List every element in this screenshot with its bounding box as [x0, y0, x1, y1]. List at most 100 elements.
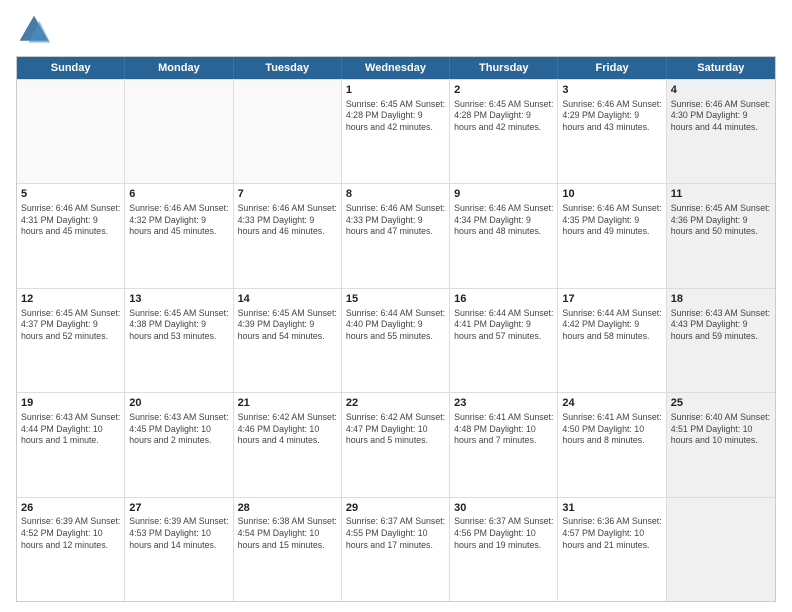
- day-number: 17: [562, 292, 661, 307]
- cell-info: Sunrise: 6:39 AM Sunset: 4:52 PM Dayligh…: [21, 516, 120, 551]
- day-number: 6: [129, 187, 228, 202]
- day-number: 12: [21, 292, 120, 307]
- cal-cell: 4Sunrise: 6:46 AM Sunset: 4:30 PM Daylig…: [667, 80, 775, 183]
- weekday-header-friday: Friday: [558, 57, 666, 79]
- day-number: 8: [346, 187, 445, 202]
- calendar-body: 1Sunrise: 6:45 AM Sunset: 4:28 PM Daylig…: [17, 79, 775, 601]
- calendar-row-2: 5Sunrise: 6:46 AM Sunset: 4:31 PM Daylig…: [17, 183, 775, 287]
- cal-cell: 2Sunrise: 6:45 AM Sunset: 4:28 PM Daylig…: [450, 80, 558, 183]
- day-number: 7: [238, 187, 337, 202]
- day-number: 5: [21, 187, 120, 202]
- day-number: 23: [454, 396, 553, 411]
- day-number: 22: [346, 396, 445, 411]
- cell-info: Sunrise: 6:41 AM Sunset: 4:48 PM Dayligh…: [454, 412, 553, 447]
- calendar-row-5: 26Sunrise: 6:39 AM Sunset: 4:52 PM Dayli…: [17, 497, 775, 601]
- cal-cell: 18Sunrise: 6:43 AM Sunset: 4:43 PM Dayli…: [667, 289, 775, 392]
- cell-info: Sunrise: 6:46 AM Sunset: 4:30 PM Dayligh…: [671, 99, 771, 134]
- day-number: 14: [238, 292, 337, 307]
- cell-info: Sunrise: 6:42 AM Sunset: 4:47 PM Dayligh…: [346, 412, 445, 447]
- day-number: 30: [454, 501, 553, 516]
- day-number: 9: [454, 187, 553, 202]
- cal-cell: 5Sunrise: 6:46 AM Sunset: 4:31 PM Daylig…: [17, 184, 125, 287]
- cal-cell: 21Sunrise: 6:42 AM Sunset: 4:46 PM Dayli…: [234, 393, 342, 496]
- day-number: 18: [671, 292, 771, 307]
- cell-info: Sunrise: 6:39 AM Sunset: 4:53 PM Dayligh…: [129, 516, 228, 551]
- day-number: 24: [562, 396, 661, 411]
- cell-info: Sunrise: 6:46 AM Sunset: 4:32 PM Dayligh…: [129, 203, 228, 238]
- header: [16, 12, 776, 48]
- day-number: 31: [562, 501, 661, 516]
- cell-info: Sunrise: 6:46 AM Sunset: 4:34 PM Dayligh…: [454, 203, 553, 238]
- cal-cell: 3Sunrise: 6:46 AM Sunset: 4:29 PM Daylig…: [558, 80, 666, 183]
- cell-info: Sunrise: 6:44 AM Sunset: 4:40 PM Dayligh…: [346, 308, 445, 343]
- day-number: 2: [454, 83, 553, 98]
- cal-cell: 26Sunrise: 6:39 AM Sunset: 4:52 PM Dayli…: [17, 498, 125, 601]
- cell-info: Sunrise: 6:46 AM Sunset: 4:29 PM Dayligh…: [562, 99, 661, 134]
- day-number: 16: [454, 292, 553, 307]
- weekday-header-saturday: Saturday: [667, 57, 775, 79]
- cal-cell: 17Sunrise: 6:44 AM Sunset: 4:42 PM Dayli…: [558, 289, 666, 392]
- cell-info: Sunrise: 6:46 AM Sunset: 4:33 PM Dayligh…: [346, 203, 445, 238]
- day-number: 19: [21, 396, 120, 411]
- cal-cell: 28Sunrise: 6:38 AM Sunset: 4:54 PM Dayli…: [234, 498, 342, 601]
- cal-cell: 24Sunrise: 6:41 AM Sunset: 4:50 PM Dayli…: [558, 393, 666, 496]
- cell-info: Sunrise: 6:41 AM Sunset: 4:50 PM Dayligh…: [562, 412, 661, 447]
- day-number: 13: [129, 292, 228, 307]
- cell-info: Sunrise: 6:37 AM Sunset: 4:55 PM Dayligh…: [346, 516, 445, 551]
- cell-info: Sunrise: 6:44 AM Sunset: 4:41 PM Dayligh…: [454, 308, 553, 343]
- cal-cell: 9Sunrise: 6:46 AM Sunset: 4:34 PM Daylig…: [450, 184, 558, 287]
- cal-cell: 22Sunrise: 6:42 AM Sunset: 4:47 PM Dayli…: [342, 393, 450, 496]
- cell-info: Sunrise: 6:46 AM Sunset: 4:33 PM Dayligh…: [238, 203, 337, 238]
- cell-info: Sunrise: 6:43 AM Sunset: 4:45 PM Dayligh…: [129, 412, 228, 447]
- cal-cell: [234, 80, 342, 183]
- cal-cell: 10Sunrise: 6:46 AM Sunset: 4:35 PM Dayli…: [558, 184, 666, 287]
- cal-cell: 8Sunrise: 6:46 AM Sunset: 4:33 PM Daylig…: [342, 184, 450, 287]
- cal-cell: 20Sunrise: 6:43 AM Sunset: 4:45 PM Dayli…: [125, 393, 233, 496]
- cal-cell: 6Sunrise: 6:46 AM Sunset: 4:32 PM Daylig…: [125, 184, 233, 287]
- cell-info: Sunrise: 6:46 AM Sunset: 4:35 PM Dayligh…: [562, 203, 661, 238]
- cal-cell: 13Sunrise: 6:45 AM Sunset: 4:38 PM Dayli…: [125, 289, 233, 392]
- cell-info: Sunrise: 6:42 AM Sunset: 4:46 PM Dayligh…: [238, 412, 337, 447]
- day-number: 28: [238, 501, 337, 516]
- day-number: 20: [129, 396, 228, 411]
- cell-info: Sunrise: 6:36 AM Sunset: 4:57 PM Dayligh…: [562, 516, 661, 551]
- cell-info: Sunrise: 6:45 AM Sunset: 4:36 PM Dayligh…: [671, 203, 771, 238]
- weekday-header-wednesday: Wednesday: [342, 57, 450, 79]
- cal-cell: [125, 80, 233, 183]
- day-number: 3: [562, 83, 661, 98]
- calendar-row-1: 1Sunrise: 6:45 AM Sunset: 4:28 PM Daylig…: [17, 79, 775, 183]
- cal-cell: 1Sunrise: 6:45 AM Sunset: 4:28 PM Daylig…: [342, 80, 450, 183]
- cal-cell: 23Sunrise: 6:41 AM Sunset: 4:48 PM Dayli…: [450, 393, 558, 496]
- day-number: 1: [346, 83, 445, 98]
- cell-info: Sunrise: 6:38 AM Sunset: 4:54 PM Dayligh…: [238, 516, 337, 551]
- cell-info: Sunrise: 6:40 AM Sunset: 4:51 PM Dayligh…: [671, 412, 771, 447]
- day-number: 4: [671, 83, 771, 98]
- cal-cell: 29Sunrise: 6:37 AM Sunset: 4:55 PM Dayli…: [342, 498, 450, 601]
- cal-cell: 12Sunrise: 6:45 AM Sunset: 4:37 PM Dayli…: [17, 289, 125, 392]
- logo-icon: [16, 12, 52, 48]
- cal-cell: 27Sunrise: 6:39 AM Sunset: 4:53 PM Dayli…: [125, 498, 233, 601]
- weekday-header-thursday: Thursday: [450, 57, 558, 79]
- day-number: 27: [129, 501, 228, 516]
- cal-cell: [667, 498, 775, 601]
- day-number: 21: [238, 396, 337, 411]
- cell-info: Sunrise: 6:43 AM Sunset: 4:43 PM Dayligh…: [671, 308, 771, 343]
- cal-cell: 31Sunrise: 6:36 AM Sunset: 4:57 PM Dayli…: [558, 498, 666, 601]
- weekday-header-sunday: Sunday: [17, 57, 125, 79]
- cell-info: Sunrise: 6:45 AM Sunset: 4:28 PM Dayligh…: [454, 99, 553, 134]
- cell-info: Sunrise: 6:45 AM Sunset: 4:37 PM Dayligh…: [21, 308, 120, 343]
- day-number: 29: [346, 501, 445, 516]
- cal-cell: 15Sunrise: 6:44 AM Sunset: 4:40 PM Dayli…: [342, 289, 450, 392]
- cal-cell: 7Sunrise: 6:46 AM Sunset: 4:33 PM Daylig…: [234, 184, 342, 287]
- cal-cell: 14Sunrise: 6:45 AM Sunset: 4:39 PM Dayli…: [234, 289, 342, 392]
- cell-info: Sunrise: 6:37 AM Sunset: 4:56 PM Dayligh…: [454, 516, 553, 551]
- calendar: SundayMondayTuesdayWednesdayThursdayFrid…: [16, 56, 776, 602]
- cell-info: Sunrise: 6:45 AM Sunset: 4:38 PM Dayligh…: [129, 308, 228, 343]
- calendar-row-4: 19Sunrise: 6:43 AM Sunset: 4:44 PM Dayli…: [17, 392, 775, 496]
- day-number: 10: [562, 187, 661, 202]
- cell-info: Sunrise: 6:45 AM Sunset: 4:28 PM Dayligh…: [346, 99, 445, 134]
- weekday-header-tuesday: Tuesday: [234, 57, 342, 79]
- logo: [16, 12, 56, 48]
- cell-info: Sunrise: 6:43 AM Sunset: 4:44 PM Dayligh…: [21, 412, 120, 447]
- cal-cell: 19Sunrise: 6:43 AM Sunset: 4:44 PM Dayli…: [17, 393, 125, 496]
